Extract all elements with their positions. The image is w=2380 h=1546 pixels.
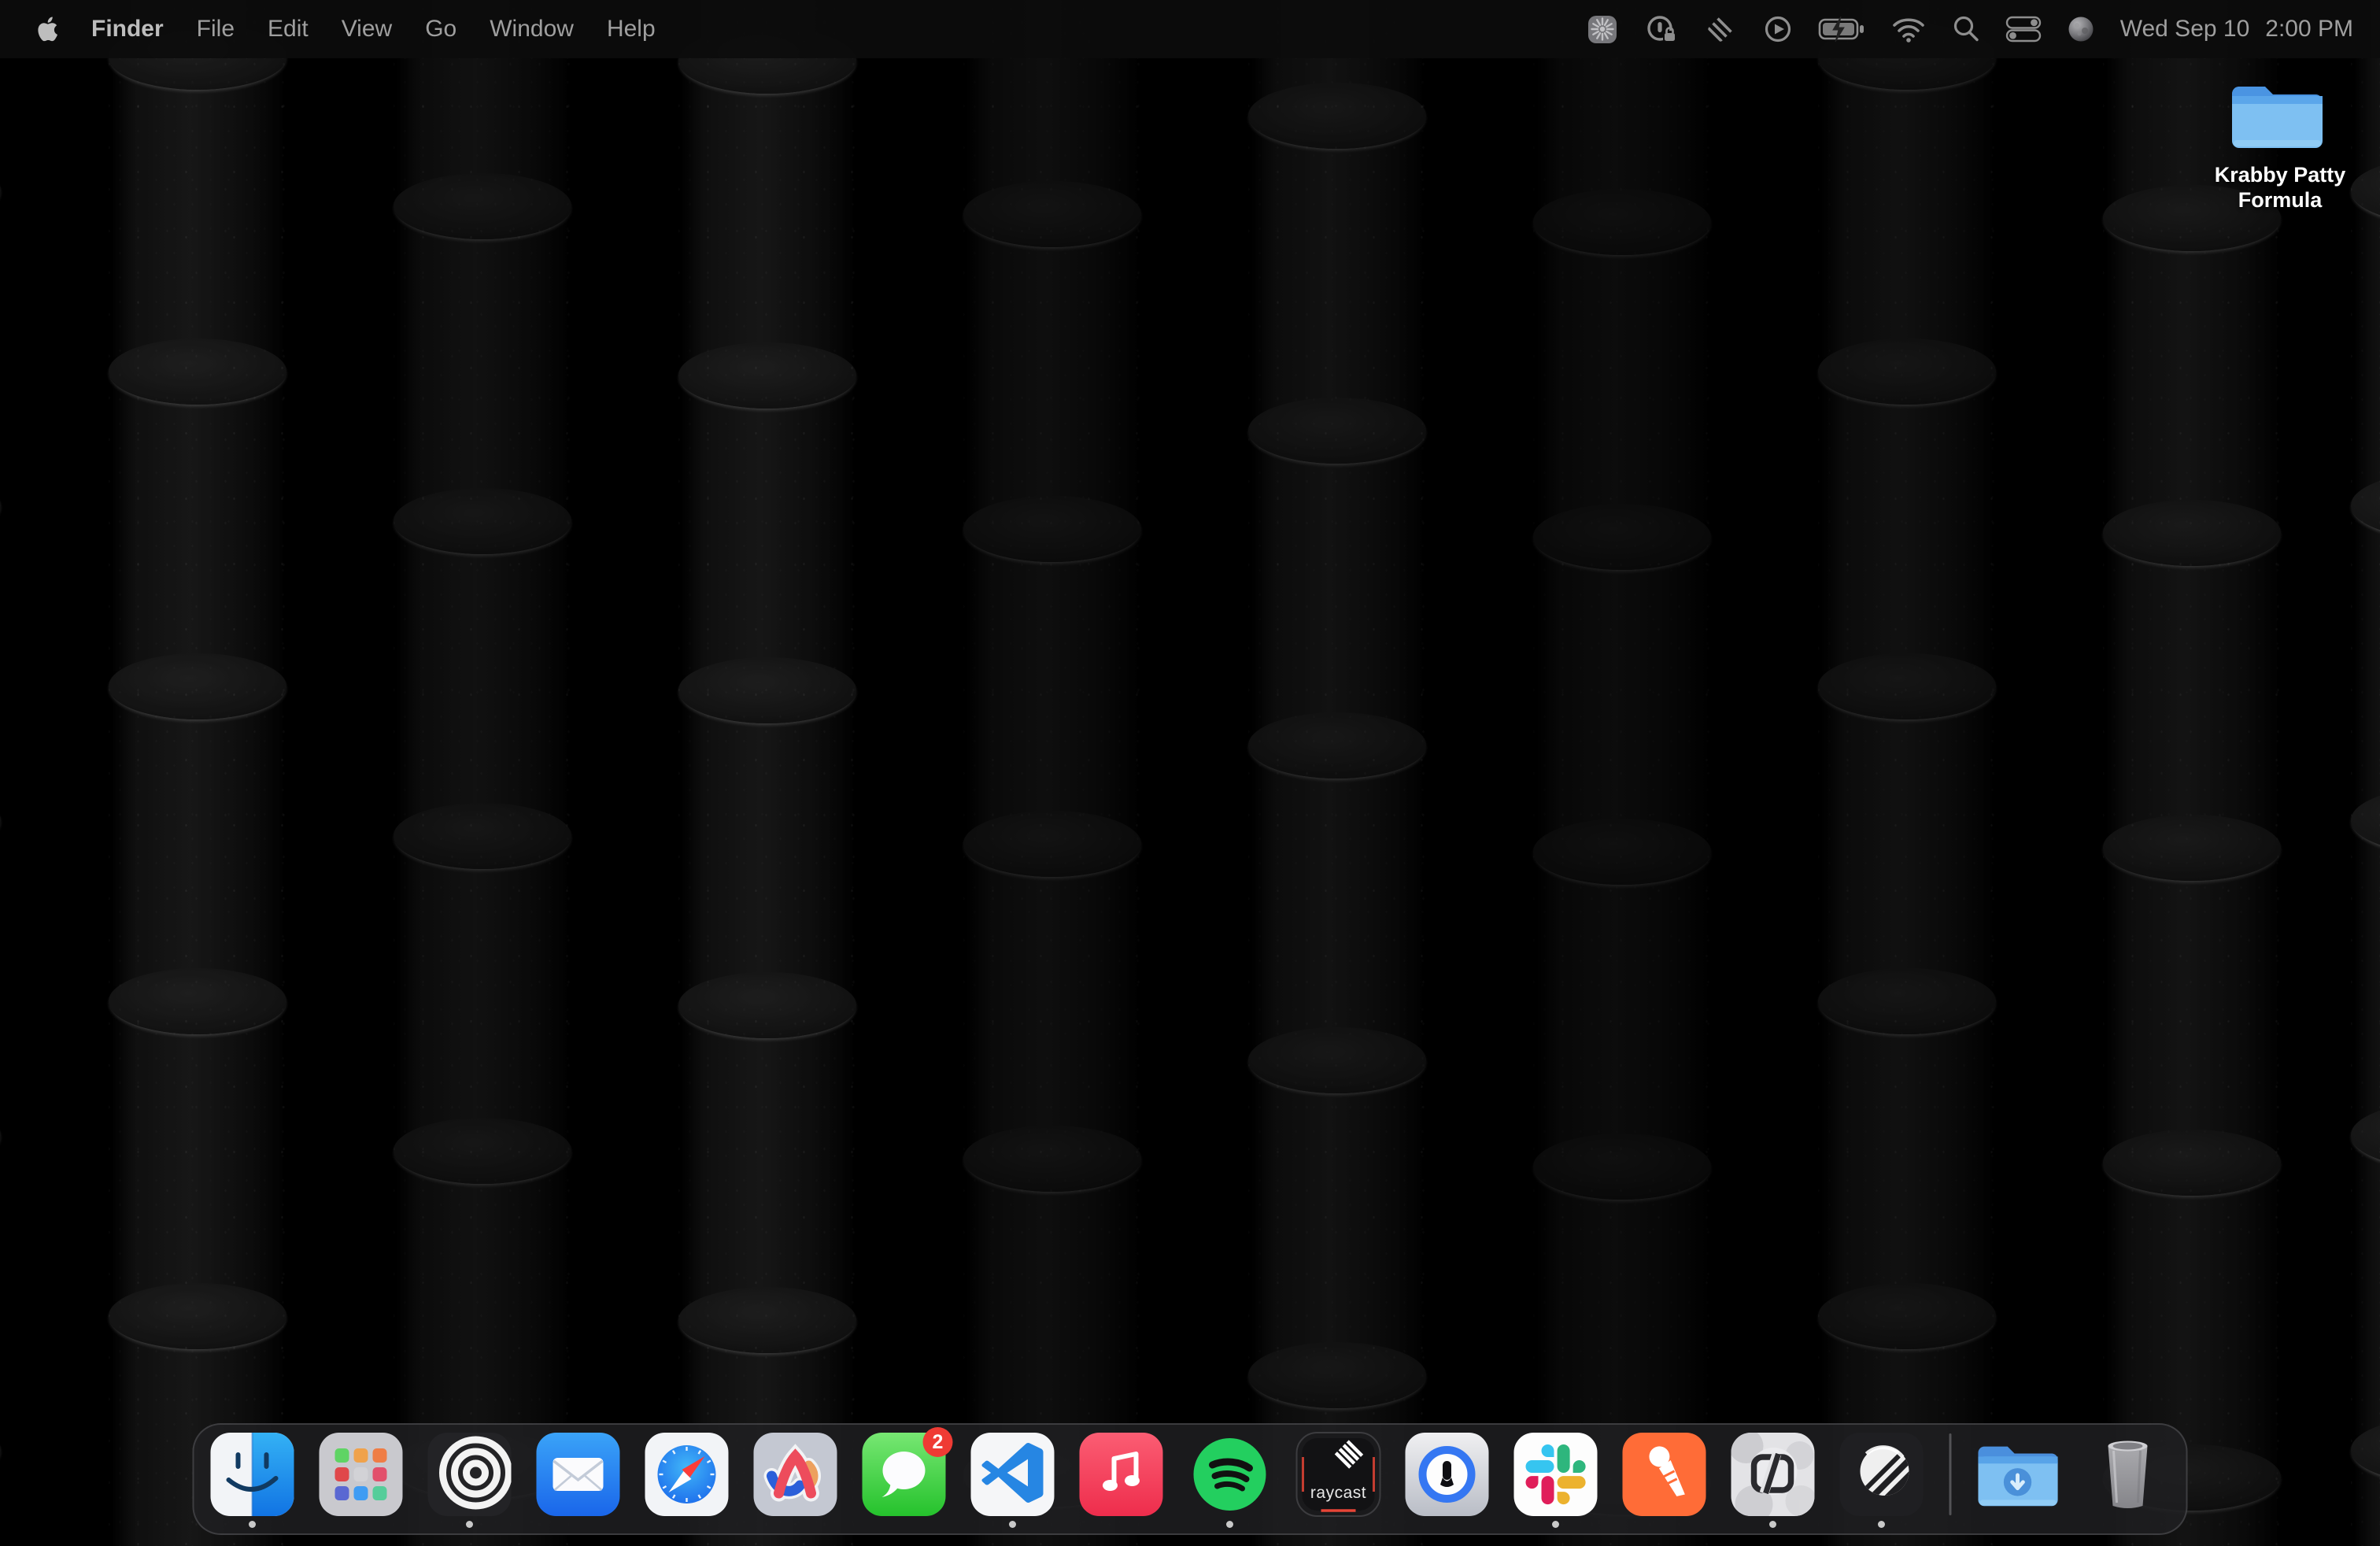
wallpaper: [0, 0, 2380, 1546]
dock-app-1password[interactable]: [1405, 1432, 1490, 1529]
dock-app-concentric-circles-app[interactable]: [427, 1432, 512, 1529]
striped-diamond-menu-icon[interactable]: [1703, 12, 1738, 46]
running-indicator: [1552, 1521, 1559, 1528]
dock-app-launchpad[interactable]: [319, 1432, 404, 1529]
dock-app-downloads-folder[interactable]: [1977, 1432, 2062, 1529]
dock-app-mail[interactable]: [536, 1432, 621, 1529]
wallpaper-column: [2351, 0, 2380, 1546]
wallpaper-column: [1248, 0, 1426, 1546]
running-indicator: [1878, 1521, 1885, 1528]
menu-view[interactable]: View: [342, 16, 392, 43]
menu-window[interactable]: Window: [490, 16, 574, 43]
menu-bar-date: Wed Sep 10: [2120, 16, 2250, 43]
menu-finder[interactable]: Finder: [91, 16, 164, 43]
wallpaper-column: [963, 0, 1141, 1546]
app-menus: Finder File Edit View Go Window Help: [91, 16, 656, 43]
menu-bar-clock[interactable]: Wed Sep 10 2:00 PM: [2120, 16, 2353, 43]
wallpaper-column: [0, 0, 1, 1546]
dock-app-marble-window-app[interactable]: [1731, 1432, 1816, 1529]
menu-bar-right: Wed Sep 10 2:00 PM: [1585, 12, 2380, 46]
status-icons: [1585, 12, 2097, 46]
siri-menu-icon[interactable]: [2065, 13, 2097, 45]
dock-app-trash[interactable]: [2086, 1432, 2171, 1529]
dock-app-finder[interactable]: [210, 1432, 295, 1529]
folder-icon: [2232, 72, 2328, 151]
now-playing-menu-icon[interactable]: [1761, 13, 1794, 46]
wallpaper-column: [1533, 0, 1711, 1546]
menu-bar-left: Finder File Edit View Go Window Help: [0, 16, 656, 43]
dock-app-spotify[interactable]: [1188, 1432, 1273, 1529]
wallpaper-column: [109, 0, 286, 1546]
wallpaper-column: [394, 0, 571, 1546]
dock-app-postman[interactable]: [1622, 1432, 1707, 1529]
apple-menu-icon[interactable]: [36, 16, 58, 43]
notification-badge: 2: [923, 1427, 953, 1457]
menu-bar: Finder File Edit View Go Window Help: [0, 0, 2380, 58]
running-indicator: [1009, 1521, 1016, 1528]
dock-app-messages[interactable]: 2: [862, 1432, 947, 1529]
dock-app-apple-music[interactable]: [1079, 1432, 1164, 1529]
menu-bar-time: 2:00 PM: [2265, 16, 2353, 43]
dock-app-label: raycast: [1296, 1484, 1381, 1503]
macos-desktop: Finder File Edit View Go Window Help: [0, 0, 2380, 1546]
control-center-menu-icon[interactable]: [2005, 16, 2042, 43]
wifi-menu-icon[interactable]: [1890, 15, 1927, 43]
onepassword-lock-menu-icon[interactable]: [1643, 12, 1680, 46]
dock-app-vscode[interactable]: [970, 1432, 1055, 1529]
desktop-folder-krabby-patty[interactable]: Krabby Patty Formula: [2193, 72, 2367, 213]
dock-app-slack[interactable]: [1513, 1432, 1598, 1529]
running-indicator: [466, 1521, 473, 1528]
dock-separator: [1949, 1433, 1952, 1515]
battery-charging-menu-icon[interactable]: [1818, 15, 1867, 43]
starburst-menu-icon[interactable]: [1585, 12, 1620, 46]
dock-app-raycast[interactable]: raycast: [1296, 1432, 1381, 1529]
menu-edit[interactable]: Edit: [268, 16, 309, 43]
wallpaper-column: [2103, 0, 2281, 1546]
spotlight-search-menu-icon[interactable]: [1950, 13, 1982, 45]
running-indicator: [1226, 1521, 1233, 1528]
running-indicator: [1769, 1521, 1776, 1528]
dock: 2 raycast: [193, 1423, 2188, 1535]
menu-file[interactable]: File: [197, 16, 235, 43]
dock-app-arc-browser[interactable]: [753, 1432, 838, 1529]
wallpaper-column: [1818, 0, 1996, 1546]
running-indicator: [249, 1521, 256, 1528]
desktop-folder-label: Krabby Patty Formula: [2193, 162, 2367, 213]
dock-app-safari[interactable]: [645, 1432, 730, 1529]
dock-app-striped-sphere-app[interactable]: [1839, 1432, 1924, 1529]
menu-go[interactable]: Go: [425, 16, 456, 43]
wallpaper-column: [678, 0, 856, 1546]
menu-help[interactable]: Help: [607, 16, 656, 43]
